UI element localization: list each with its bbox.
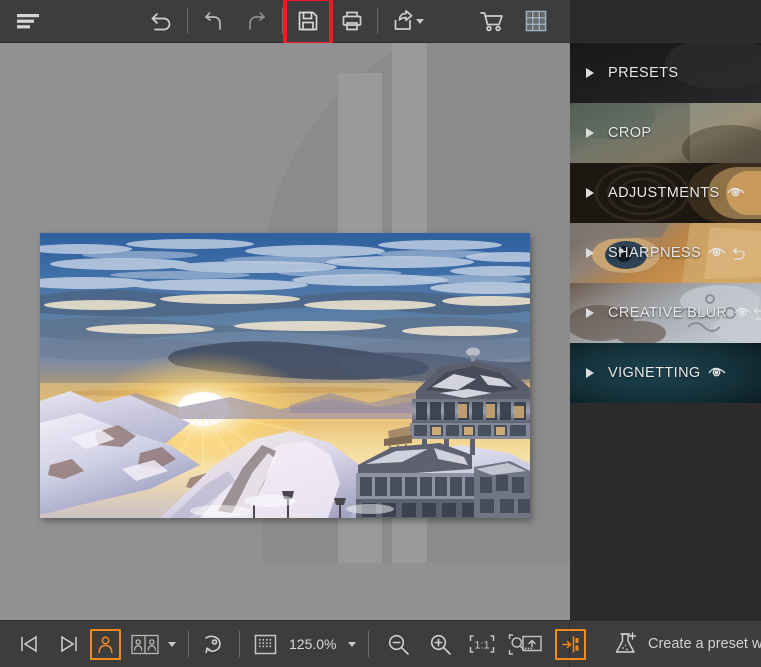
eye-icon[interactable] (727, 186, 745, 200)
zoom-out-icon (387, 633, 410, 656)
editor-body: PRESETS CROP (0, 43, 761, 620)
eye-icon[interactable] (708, 246, 726, 260)
rotate-button[interactable] (197, 628, 231, 660)
undo-glyph (201, 9, 225, 33)
panel-section-creative-blur[interactable]: CREATIVE BLUR (570, 283, 761, 343)
toolbar-divider (368, 631, 369, 657)
panel-empty-area (570, 403, 761, 620)
single-view-button[interactable] (90, 629, 121, 660)
compare-view-dropdown[interactable] (162, 628, 180, 660)
toolbar-divider (187, 8, 188, 34)
panel-section-sharpness[interactable]: SHARPNESS (570, 223, 761, 283)
fit-screen-button[interactable] (248, 628, 282, 660)
share-glyph (391, 9, 415, 33)
redo-glyph (245, 9, 269, 33)
reset-icon[interactable] (752, 306, 761, 321)
chevron-down-icon (168, 642, 176, 647)
toolbar-divider (282, 8, 283, 34)
bottom-toolbar-main: 125.0% (0, 621, 570, 667)
adjustments-panel: PRESETS CROP (570, 43, 761, 620)
chevron-right-icon (586, 68, 594, 78)
actual-size-button[interactable]: 1:1 (465, 628, 499, 660)
section-icons (708, 246, 747, 261)
floppy-disk-glyph (296, 9, 320, 33)
chevron-right-icon (586, 308, 594, 318)
zoom-level-value: 125.0% (289, 636, 336, 652)
actual-size-icon: 1:1 (469, 633, 495, 655)
create-preset-label[interactable]: Create a preset with (648, 636, 761, 652)
edited-photo[interactable] (40, 233, 530, 518)
compare-view-icon (131, 634, 159, 655)
eye-icon[interactable] (734, 306, 752, 320)
share-icon[interactable] (381, 0, 433, 43)
chevron-right-icon (586, 188, 594, 198)
grid-glyph (524, 9, 548, 33)
chevron-right-icon (586, 248, 594, 258)
photo-content (40, 233, 530, 518)
photo-editor-window: PRESETS CROP (0, 0, 761, 667)
chevron-right-icon (586, 368, 594, 378)
toolbar-divider (188, 631, 189, 657)
section-icons (727, 186, 745, 200)
compare-view-button[interactable] (128, 628, 162, 660)
chevron-down-icon (348, 642, 356, 647)
panel-section-adjustments[interactable]: ADJUSTMENTS (570, 163, 761, 223)
printer-glyph (340, 9, 364, 33)
create-preset-flask-icon[interactable] (614, 631, 640, 657)
section-label: SHARPNESS (608, 245, 701, 261)
undo-icon[interactable] (191, 0, 235, 43)
toolbar-divider (377, 8, 378, 34)
chevron-right-icon (586, 128, 594, 138)
zoom-level-dropdown[interactable] (342, 628, 360, 660)
loupe-button[interactable] (505, 628, 545, 660)
undo-all-icon[interactable] (140, 0, 184, 43)
grid-icon[interactable] (514, 0, 558, 43)
cart-icon[interactable] (470, 0, 514, 43)
redo-icon[interactable] (235, 0, 279, 43)
next-image-icon (58, 634, 80, 654)
zoom-out-button[interactable] (381, 628, 415, 660)
actual-size-label: 1:1 (475, 640, 490, 652)
section-label: ADJUSTMENTS (608, 185, 720, 201)
save-icon[interactable] (286, 0, 330, 43)
single-person-icon (96, 635, 115, 654)
panel-section-crop[interactable]: CROP (570, 103, 761, 163)
section-label: CROP (608, 125, 652, 141)
toolbar-divider (239, 631, 240, 657)
fit-to-screen-icon (254, 634, 277, 655)
first-image-button[interactable] (12, 628, 46, 660)
rotate-icon (202, 632, 226, 656)
bottom-toolbar-right: Create a preset with (570, 621, 761, 667)
section-label: VIGNETTING (608, 365, 701, 381)
undo-all-glyph (149, 9, 175, 33)
chevron-down-icon (416, 19, 424, 24)
hamburger-glyph (16, 13, 40, 29)
shopping-cart-glyph (479, 9, 505, 33)
eye-icon[interactable] (708, 366, 726, 380)
section-label: PRESETS (608, 65, 679, 81)
next-image-button[interactable] (52, 628, 86, 660)
print-icon[interactable] (330, 0, 374, 43)
zoom-in-icon (429, 633, 452, 656)
top-toolbar-main (0, 0, 570, 42)
section-icons (734, 306, 761, 321)
reset-icon[interactable] (731, 246, 747, 261)
bottom-toolbar: 125.0% (0, 620, 761, 667)
zoom-in-button[interactable] (423, 628, 457, 660)
crop-thumbnail (570, 103, 761, 163)
top-toolbar (0, 0, 761, 43)
menu-icon[interactable] (0, 0, 56, 43)
loupe-icon (508, 633, 542, 656)
panel-section-vignetting[interactable]: VIGNETTING (570, 343, 761, 403)
panel-section-presets[interactable]: PRESETS (570, 43, 761, 103)
image-canvas[interactable] (0, 43, 570, 620)
top-toolbar-right-filler (570, 0, 761, 42)
first-image-icon (18, 634, 40, 654)
section-icons (708, 366, 726, 380)
section-label: CREATIVE BLUR (608, 305, 727, 321)
